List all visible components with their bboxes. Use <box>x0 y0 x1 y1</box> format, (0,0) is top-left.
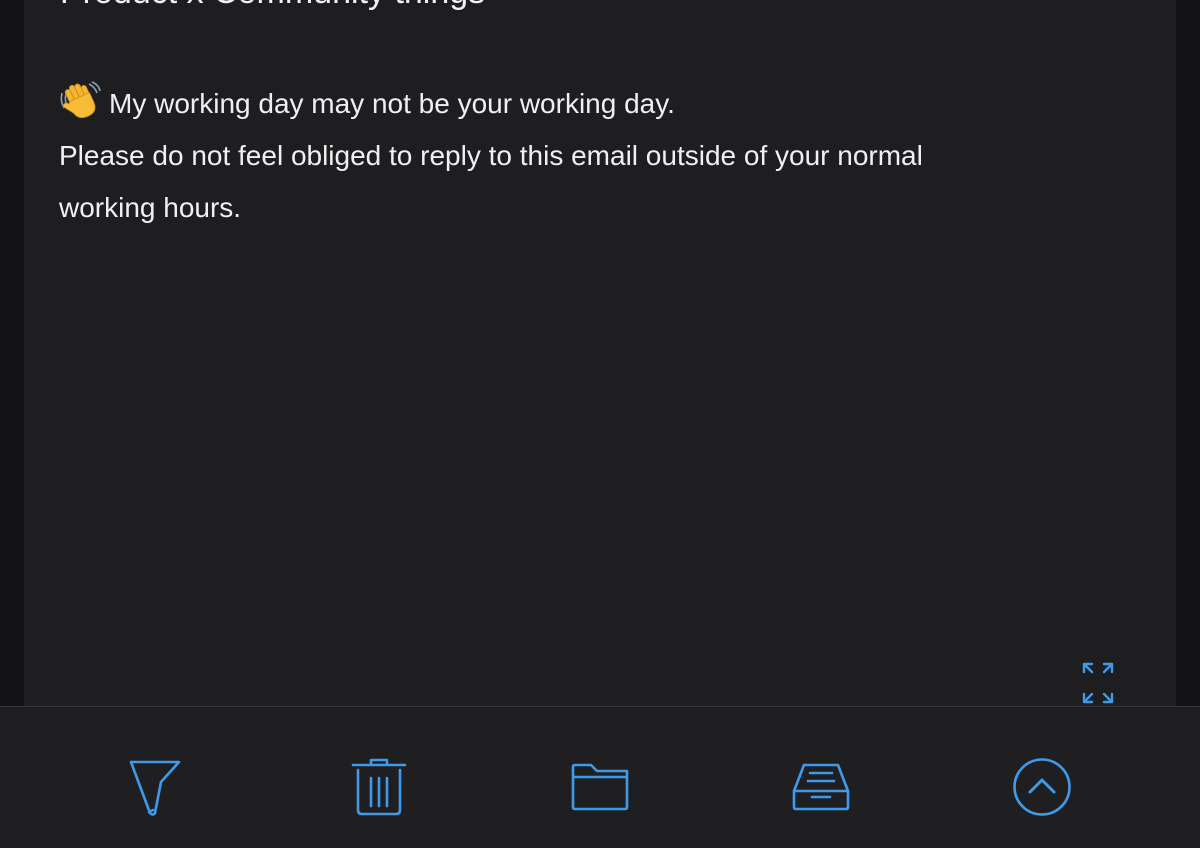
body-line-2: Please do not feel obliged to reply to t… <box>59 140 923 171</box>
message-body-text: My working day may not be your working d… <box>59 78 1139 234</box>
flag-button[interactable] <box>123 755 187 819</box>
signature-title: Product x Community things <box>60 0 485 12</box>
body-line-3: working hours. <box>59 192 242 223</box>
expand-button[interactable] <box>1074 660 1122 706</box>
move-to-folder-button[interactable] <box>568 755 632 819</box>
scroll-up-button[interactable] <box>1010 755 1074 819</box>
expand-arrows-icon <box>1082 662 1114 704</box>
folder-icon <box>571 763 629 811</box>
waving-hand-icon <box>60 81 101 119</box>
bottom-toolbar <box>0 706 1200 848</box>
archive-tray-icon <box>792 763 850 811</box>
trash-button[interactable] <box>347 755 411 819</box>
trash-icon <box>351 758 407 816</box>
body-line-1: My working day may not be your working d… <box>59 78 1139 130</box>
message-body-card: Product x Community things My working d <box>24 0 1176 706</box>
archive-button[interactable] <box>789 755 853 819</box>
flag-icon <box>129 760 181 816</box>
chevron-up-circle-icon <box>1013 758 1071 816</box>
mail-reading-screen: Product x Community things My working d <box>0 0 1200 848</box>
